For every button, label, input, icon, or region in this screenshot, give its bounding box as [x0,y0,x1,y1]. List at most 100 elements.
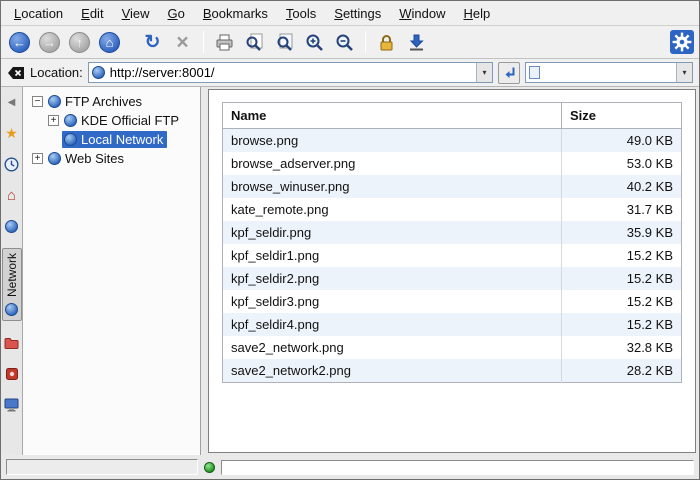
toolbar-separator [365,31,366,53]
main-area: ◀ ★ ⌂ Network − FTP Archives + KDE Official… [1,87,699,455]
sidebar-tab-history[interactable] [3,155,21,173]
table-row: kpf_seldir4.png15.2 KB [223,313,682,336]
file-name-link[interactable]: browse.png [223,129,562,153]
sidebar-tab-label: Network [5,253,19,297]
file-name-link[interactable]: kpf_seldir4.png [223,313,562,336]
listing-header-row: NameSize [223,103,682,129]
menu-settings[interactable]: Settings [325,3,390,24]
location-dropdown-button[interactable]: ▾ [476,63,492,82]
secondary-dropdown-button[interactable]: ▾ [676,63,692,82]
sidebar-tab-ftp[interactable] [3,217,21,235]
stop-icon: × [176,32,188,53]
table-row: browse_adserver.png53.0 KB [223,152,682,175]
tree-item-label: FTP Archives [65,94,142,109]
print-button[interactable] [211,29,238,56]
find-file-button[interactable] [241,29,268,56]
reload-icon: ↻ [145,33,161,52]
menu-view[interactable]: View [113,3,159,24]
zoom-out-button[interactable] [331,29,358,56]
tree-expander-icon[interactable]: + [48,115,59,126]
page-icon [529,66,540,79]
back-button[interactable]: ← [6,29,33,56]
file-size: 15.2 KB [562,290,682,313]
security-lock-button[interactable] [373,29,400,56]
tree-expander-icon[interactable]: + [32,153,43,164]
table-row: kpf_seldir.png35.9 KB [223,221,682,244]
network-globe-icon [5,303,18,316]
file-name-link[interactable]: kpf_seldir1.png [223,244,562,267]
file-name-link[interactable]: save2_network2.png [223,359,562,383]
menu-bookmarks[interactable]: Bookmarks [194,3,277,24]
table-row: save2_network.png32.8 KB [223,336,682,359]
file-size: 15.2 KB [562,267,682,290]
table-row: kpf_seldir1.png15.2 KB [223,244,682,267]
forward-button[interactable]: → [36,29,63,56]
print-icon [215,33,234,52]
sidebar-collapse-arrow-icon[interactable]: ◀ [3,93,21,111]
zoom-in-button[interactable] [301,29,328,56]
stop-button[interactable]: × [169,29,196,56]
menu-window[interactable]: Window [390,3,454,24]
tree-item-kde-official-ftp[interactable]: + KDE Official FTP [25,111,198,130]
server-status-led-icon [204,462,215,473]
tree-expander-icon[interactable]: − [32,96,43,107]
kde-gear-icon [670,30,694,54]
menu-help[interactable]: Help [455,3,500,24]
sidebar-tab-bookmarks[interactable]: ★ [3,124,21,142]
sidebar-tab-network-active[interactable]: Network [2,248,22,321]
history-clock-icon [4,157,19,172]
column-header-name[interactable]: Name [223,103,562,129]
file-name-link[interactable]: kpf_seldir.png [223,221,562,244]
file-name-link[interactable]: save2_network.png [223,336,562,359]
reload-button[interactable]: ↻ [139,29,166,56]
konqueror-window: LocationEditViewGoBookmarksToolsSettings… [0,0,700,480]
file-name-link[interactable]: kate_remote.png [223,198,562,221]
file-name-link[interactable]: kpf_seldir2.png [223,267,562,290]
content-area: NameSize browse.png49.0 KBbrowse_adserve… [201,87,699,455]
sidebar-tab-services[interactable] [3,365,21,383]
column-header-size[interactable]: Size [562,103,682,129]
menubar: LocationEditViewGoBookmarksToolsSettings… [1,1,699,26]
find-file-alt-button[interactable] [271,29,298,56]
menu-edit[interactable]: Edit [72,3,112,24]
table-row: kpf_seldir3.png15.2 KB [223,290,682,313]
tree-item-local-network[interactable]: Local Network [25,130,198,149]
sidebar-tab-devices[interactable] [3,396,21,414]
home-button[interactable]: ⌂ [96,29,123,56]
file-size: 15.2 KB [562,313,682,336]
up-button[interactable]: ↑ [66,29,93,56]
tree-item-ftp-archives[interactable]: − FTP Archives [25,92,198,111]
secondary-combo[interactable]: ▾ [525,62,693,83]
sidebar-tabbar: ◀ ★ ⌂ Network [1,87,23,455]
zoom-out-icon [335,33,354,52]
find-file-icon [245,33,264,52]
listing-body: browse.png49.0 KBbrowse_adserver.png53.0… [223,129,682,383]
ftp-globe-icon [5,220,18,233]
menu-tools[interactable]: Tools [277,3,325,24]
location-input[interactable] [108,64,476,81]
file-size: 32.8 KB [562,336,682,359]
save-download-button[interactable] [403,29,430,56]
file-listing: NameSize browse.png49.0 KBbrowse_adserve… [222,102,682,383]
go-button[interactable] [498,62,520,84]
sidebar-tab-root-folder[interactable] [3,334,21,352]
devices-monitor-icon [4,398,19,412]
tree-item-web-sites[interactable]: +Web Sites [25,149,198,168]
file-name-link[interactable]: browse_winuser.png [223,175,562,198]
globe-icon [64,133,77,146]
menu-location[interactable]: Location [5,3,72,24]
location-combo: ▾ [88,62,493,83]
clear-location-button[interactable] [7,66,25,80]
globe-icon [48,152,61,165]
file-name-link[interactable]: browse_adserver.png [223,152,562,175]
lock-icon [377,33,396,52]
tree-item-label: KDE Official FTP [81,113,179,128]
tree-item-label: Local Network [81,132,163,147]
table-row: browse.png49.0 KB [223,129,682,153]
bookmarks-star-icon: ★ [5,125,18,142]
globe-icon [64,114,77,127]
file-name-link[interactable]: kpf_seldir3.png [223,290,562,313]
sidebar-tab-home[interactable]: ⌂ [3,186,21,204]
menu-go[interactable]: Go [159,3,194,24]
toolbar: ← → ↑ ⌂ ↻ × [1,26,699,59]
